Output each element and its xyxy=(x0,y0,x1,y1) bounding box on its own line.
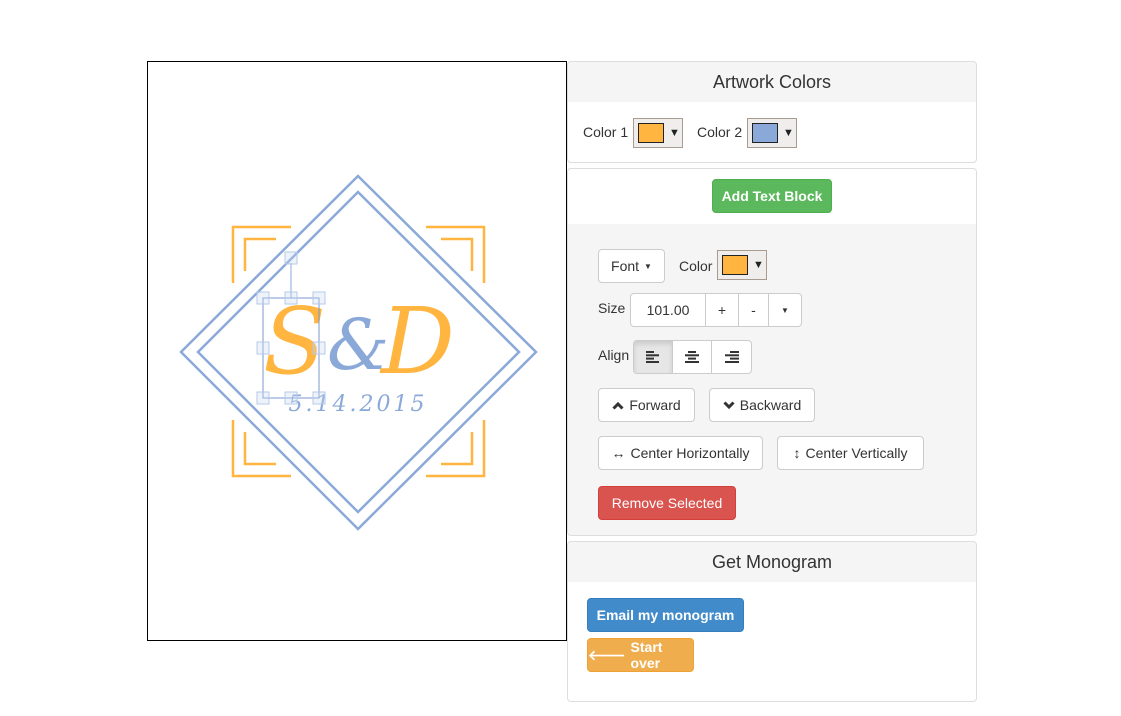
caret-down-icon: ▼ xyxy=(753,259,764,271)
text-options: Font ▼ Color ▼ Size 101.00 + - ▼ Align Fo… xyxy=(568,224,976,535)
backward-button[interactable]: Backward xyxy=(709,388,815,422)
center-horizontally-label: Center Horizontally xyxy=(630,445,750,461)
arrows-horizontal-icon: ↔ xyxy=(611,445,626,461)
color-swatch xyxy=(638,123,664,143)
caret-down-icon: ▼ xyxy=(781,305,789,315)
size-increase-button[interactable]: + xyxy=(706,294,739,326)
artwork-colors-panel: Artwork Colors Color 1 ▼ Color 2 ▼ xyxy=(567,61,977,163)
color-label: Color xyxy=(679,258,713,274)
arrow-left-icon: 🡐 xyxy=(588,646,626,663)
color-swatch xyxy=(752,123,778,143)
size-label: Size xyxy=(598,300,626,316)
size-dropdown-button[interactable]: ▼ xyxy=(769,294,801,326)
font-dropdown[interactable]: Font ▼ xyxy=(598,249,665,283)
caret-down-icon: ▼ xyxy=(644,261,652,271)
text-color-picker[interactable]: ▼ xyxy=(717,250,767,280)
color1-label: Color 1 xyxy=(583,124,629,140)
forward-button[interactable]: Forward xyxy=(598,388,695,422)
monogram-ampersand[interactable]: & xyxy=(327,304,389,386)
caret-down-icon: ▼ xyxy=(669,127,680,139)
chevron-down-icon xyxy=(723,400,735,409)
start-over-button[interactable]: 🡐 Start over xyxy=(587,638,694,672)
align-group xyxy=(633,340,752,374)
align-left-button[interactable] xyxy=(634,341,673,373)
panel-title: Get Monogram xyxy=(568,542,976,582)
remove-selected-button[interactable]: Remove Selected xyxy=(598,486,736,520)
color2-label: Color 2 xyxy=(697,124,743,140)
arrows-vertical-icon: ↕ xyxy=(793,445,801,461)
monogram-letter-right[interactable]: D xyxy=(379,288,455,395)
font-label: Font xyxy=(611,258,640,274)
size-input[interactable]: 101.00 xyxy=(631,294,706,326)
add-text-block-button[interactable]: Add Text Block xyxy=(712,179,832,213)
color2-picker[interactable]: ▼ xyxy=(747,118,797,148)
size-decrease-button[interactable]: - xyxy=(739,294,769,326)
align-right-icon xyxy=(724,351,739,363)
color1-picker[interactable]: ▼ xyxy=(633,118,683,148)
panel-title: Artwork Colors xyxy=(568,62,976,102)
monogram-artwork: S & D 5.14.2015 xyxy=(179,174,538,531)
forward-label: Forward xyxy=(629,397,681,413)
center-horizontally-button[interactable]: ↔ Center Horizontally xyxy=(598,436,763,470)
monogram-date[interactable]: 5.14.2015 xyxy=(289,392,428,417)
chevron-up-icon xyxy=(612,401,624,410)
design-canvas[interactable]: S & D 5.14.2015 xyxy=(147,61,567,641)
align-label: Align xyxy=(598,347,630,363)
caret-down-icon: ▼ xyxy=(783,127,794,139)
align-center-button[interactable] xyxy=(673,341,712,373)
align-center-icon xyxy=(685,351,699,363)
get-monogram-panel: Get Monogram Email my monogram 🡐 Start ov… xyxy=(567,541,977,702)
color-swatch xyxy=(722,255,748,275)
align-left-icon xyxy=(646,351,659,363)
align-right-button[interactable] xyxy=(712,341,751,373)
start-over-label: Start over xyxy=(630,639,663,671)
size-control: 101.00 + - ▼ xyxy=(630,293,802,327)
backward-label: Backward xyxy=(739,397,802,413)
email-monogram-button[interactable]: Email my monogram xyxy=(587,598,744,632)
text-block-panel: Add Text Block Font ▼ Color ▼ Size 101.00… xyxy=(567,168,977,536)
center-vertically-button[interactable]: ↕ Center Vertically xyxy=(777,436,924,470)
center-vertically-label: Center Vertically xyxy=(805,445,908,461)
